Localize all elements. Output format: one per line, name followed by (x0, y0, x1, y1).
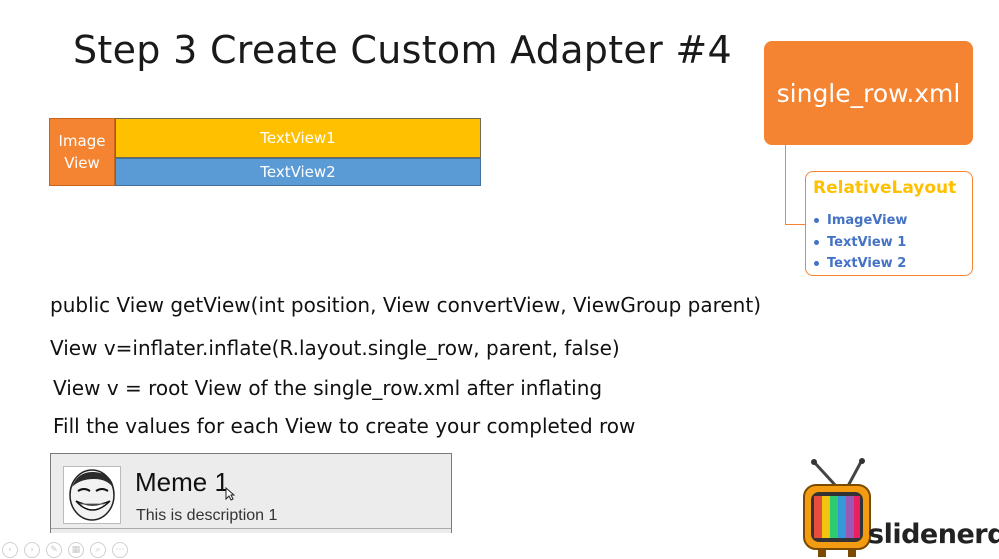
zoom-icon[interactable]: ⌕ (90, 542, 106, 558)
code-line-root-view: View v = root View of the single_row.xml… (53, 376, 603, 400)
next-icon[interactable]: › (24, 542, 40, 558)
row-description: This is description 1 (136, 507, 278, 524)
textview1-block: TextView1 (115, 118, 481, 158)
relative-layout-title: RelativeLayout (813, 178, 957, 198)
child-item: TextView 2 (814, 253, 907, 275)
relative-layout-children: ImageView TextView 1 TextView 2 (814, 210, 907, 275)
slide-controls: ‹ › ✎ ▦ ⌕ ⋯ (2, 542, 128, 558)
tree-connector-horizontal (785, 224, 806, 225)
tree-connector-vertical (785, 145, 786, 225)
child-item: TextView 1 (814, 232, 907, 254)
code-line-inflate: View v=inflater.inflate(R.layout.single_… (50, 336, 620, 360)
list-row-preview: Meme 1 This is description 1 (50, 453, 452, 533)
troll-face-icon (63, 466, 121, 524)
slides-icon[interactable]: ▦ (68, 542, 84, 558)
child-item: ImageView (814, 210, 907, 232)
image-view-block: Image View (49, 118, 115, 186)
row-divider (51, 528, 451, 529)
bullet-icon (814, 239, 819, 245)
xml-file-box: single_row.xml (764, 41, 973, 145)
mouse-cursor-icon (225, 487, 235, 501)
pen-icon[interactable]: ✎ (46, 542, 62, 558)
bullet-icon (814, 218, 819, 223)
more-icon[interactable]: ⋯ (112, 542, 128, 558)
row-layout-diagram: Image View TextView1 TextView2 (49, 118, 481, 186)
row-title: Meme 1 (135, 467, 229, 497)
image-view-label-line2: View (64, 154, 100, 172)
prev-icon[interactable]: ‹ (2, 542, 18, 558)
logo-text: slidenerd (868, 519, 999, 550)
textview2-block: TextView2 (115, 158, 481, 186)
code-line-fill-values: Fill the values for each View to create … (53, 414, 636, 438)
image-view-label-line1: Image (58, 132, 106, 150)
code-line-getview: public View getView(int position, View c… (50, 293, 761, 317)
relative-layout-box: RelativeLayout ImageView TextView 1 Text… (805, 171, 973, 276)
slide-title: Step 3 Create Custom Adapter #4 (73, 28, 733, 72)
bullet-icon (814, 261, 819, 266)
